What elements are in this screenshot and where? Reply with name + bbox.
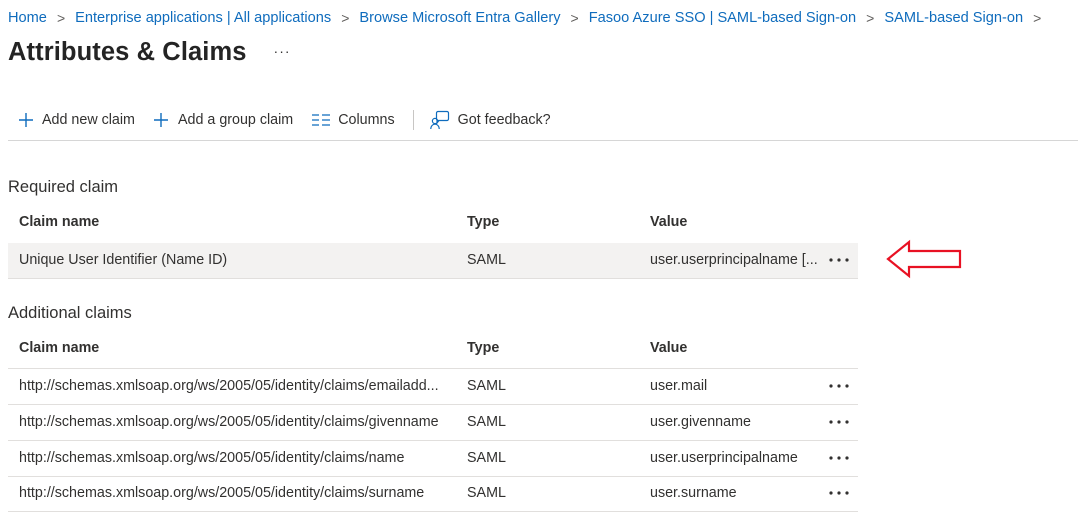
chevron-right-icon: > xyxy=(341,10,350,26)
add-group-claim-button[interactable]: Add a group claim xyxy=(135,106,293,134)
page-more-button[interactable]: ··· xyxy=(274,43,291,59)
required-col-claim-name[interactable]: Claim name xyxy=(19,214,99,230)
claim-value-cell: user.surname xyxy=(650,485,737,501)
required-col-type[interactable]: Type xyxy=(467,214,499,230)
toolbar-divider xyxy=(412,110,414,130)
plus-icon xyxy=(18,112,34,128)
additional-col-type[interactable]: Type xyxy=(467,340,499,356)
breadcrumb-entra-gallery[interactable]: Browse Microsoft Entra Gallery xyxy=(359,10,560,26)
plus-icon xyxy=(153,112,169,128)
got-feedback-label: Got feedback? xyxy=(457,112,551,128)
more-dots-icon xyxy=(829,456,849,460)
annotation-arrow-icon xyxy=(886,239,962,279)
additional-claims-heading: Additional claims xyxy=(8,304,132,322)
claim-value-cell: user.userprincipalname [... xyxy=(650,252,818,268)
feedback-icon xyxy=(429,110,450,130)
claim-type-cell: SAML xyxy=(467,414,506,430)
claim-name-cell: Unique User Identifier (Name ID) xyxy=(19,252,228,268)
page-title: Attributes & Claims xyxy=(8,38,247,66)
breadcrumb-saml-signon[interactable]: SAML-based Sign-on xyxy=(884,10,1023,26)
required-col-value[interactable]: Value xyxy=(650,214,687,230)
additional-col-value[interactable]: Value xyxy=(650,340,687,356)
breadcrumb-enterprise-applications[interactable]: Enterprise applications | All applicatio… xyxy=(75,10,331,26)
claim-value-cell: user.userprincipalname xyxy=(650,450,798,466)
additional-col-claim-name[interactable]: Claim name xyxy=(19,340,99,356)
claim-type-cell: SAML xyxy=(467,378,506,394)
more-dots-icon xyxy=(829,258,849,262)
required-claim-heading: Required claim xyxy=(8,178,119,196)
columns-label: Columns xyxy=(338,112,395,128)
claim-name-cell: http://schemas.xmlsoap.org/ws/2005/05/id… xyxy=(19,378,439,394)
chevron-right-icon: > xyxy=(570,10,579,26)
columns-button[interactable]: Columns xyxy=(293,106,395,134)
add-new-claim-label: Add new claim xyxy=(42,112,135,128)
page-header: Attributes & Claims ··· xyxy=(8,38,291,67)
chevron-right-icon: > xyxy=(56,10,66,26)
required-claim-row[interactable]: Unique User Identifier (Name ID) SAML us… xyxy=(8,243,858,279)
row-more-button[interactable] xyxy=(826,483,852,503)
row-more-button[interactable] xyxy=(826,250,852,270)
claim-value-cell: user.givenname xyxy=(650,414,751,430)
breadcrumb: Home > Enterprise applications | All app… xyxy=(8,8,1051,28)
command-bar: Add new claim Add a group claim Columns … xyxy=(8,106,1078,141)
table-row[interactable]: http://schemas.xmlsoap.org/ws/2005/05/id… xyxy=(8,405,858,441)
claim-value-cell: user.mail xyxy=(650,378,708,394)
claim-name-cell: http://schemas.xmlsoap.org/ws/2005/05/id… xyxy=(19,450,405,466)
got-feedback-button[interactable]: Got feedback? xyxy=(429,106,551,134)
table-row[interactable]: http://schemas.xmlsoap.org/ws/2005/05/id… xyxy=(8,476,858,512)
table-row[interactable]: http://schemas.xmlsoap.org/ws/2005/05/id… xyxy=(8,369,858,405)
row-more-button[interactable] xyxy=(826,448,852,468)
table-row[interactable]: http://schemas.xmlsoap.org/ws/2005/05/id… xyxy=(8,441,858,477)
more-dots-icon xyxy=(829,420,849,424)
claim-name-cell: http://schemas.xmlsoap.org/ws/2005/05/id… xyxy=(19,485,425,501)
row-more-button[interactable] xyxy=(826,376,852,396)
more-dots-icon xyxy=(829,384,849,388)
columns-icon xyxy=(311,113,331,127)
claim-name-cell: http://schemas.xmlsoap.org/ws/2005/05/id… xyxy=(19,414,439,430)
chevron-right-icon: > xyxy=(1033,10,1042,26)
breadcrumb-fasoo-sso[interactable]: Fasoo Azure SSO | SAML-based Sign-on xyxy=(589,10,856,26)
row-more-button[interactable] xyxy=(826,412,852,432)
add-new-claim-button[interactable]: Add new claim xyxy=(8,106,135,134)
add-group-claim-label: Add a group claim xyxy=(177,112,294,128)
claim-type-cell: SAML xyxy=(467,485,506,501)
breadcrumb-home[interactable]: Home xyxy=(8,10,47,26)
more-dots-icon xyxy=(829,491,849,495)
chevron-right-icon: > xyxy=(866,10,875,26)
claim-type-cell: SAML xyxy=(467,450,506,466)
claim-type-cell: SAML xyxy=(467,252,506,268)
